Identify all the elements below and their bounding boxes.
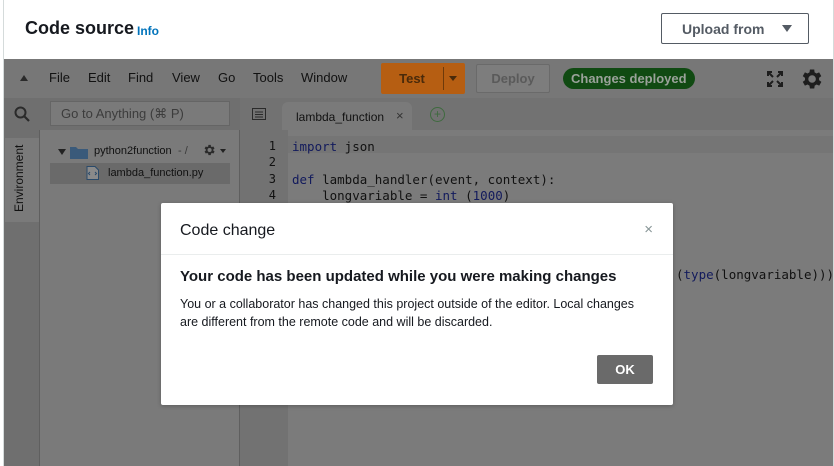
dialog-heading: Your code has been updated while you wer… — [180, 268, 617, 285]
menu-go[interactable]: Go — [218, 70, 235, 85]
environment-label[interactable]: Environment — [12, 145, 26, 212]
upload-from-button[interactable]: Upload from — [661, 13, 809, 44]
caret-down-icon — [782, 25, 792, 32]
tab-label: lambda_function — [296, 110, 385, 124]
test-label: Test — [399, 71, 425, 86]
editor-tab-strip: lambda_function × + — [240, 98, 833, 130]
ok-button[interactable]: OK — [597, 355, 653, 384]
deploy-button[interactable]: Deploy — [476, 64, 550, 93]
dialog-header: Code change × — [161, 203, 673, 255]
file-name: lambda_function.py — [108, 167, 204, 179]
close-icon[interactable]: × — [644, 221, 653, 238]
upload-from-label: Upload from — [682, 20, 765, 37]
add-tab-icon[interactable]: + — [430, 107, 445, 122]
search-row: Go to Anything (⌘ P) lambda_function × + — [4, 98, 833, 130]
code-line: longvariable = int (1000) — [292, 188, 511, 203]
dialog-title: Code change — [180, 222, 276, 239]
folder-name[interactable]: python2function — [94, 145, 172, 157]
folder-icon — [70, 147, 88, 159]
chevron-down-icon[interactable] — [220, 149, 226, 153]
editor-menubar: File Edit Find View Go Tools Window Test… — [4, 59, 833, 98]
collapse-menu-icon[interactable] — [20, 75, 28, 81]
close-tab-icon[interactable]: × — [396, 108, 404, 123]
panel-header: Code source Info Upload from — [4, 0, 833, 59]
menu-find[interactable]: Find — [128, 70, 153, 85]
line-number: 2 — [268, 155, 276, 169]
line-number: 1 — [268, 139, 276, 153]
dialog-message: You or a collaborator has changed this p… — [180, 297, 635, 329]
fullscreen-icon[interactable] — [766, 70, 784, 88]
python-file-icon — [86, 166, 99, 180]
search-icon — [14, 106, 30, 122]
tree-settings-icon[interactable] — [202, 143, 216, 157]
panel-title: Code source — [25, 18, 135, 38]
code-line-partial: (type(longvariable))) — [676, 267, 834, 282]
folder-expand-icon[interactable] — [58, 149, 66, 155]
go-to-anything-input[interactable]: Go to Anything (⌘ P) — [50, 101, 230, 126]
menu-edit[interactable]: Edit — [88, 70, 110, 85]
divider — [443, 67, 444, 90]
file-item-lambda-function[interactable]: lambda_function.py — [50, 163, 230, 184]
menu-tools[interactable]: Tools — [253, 70, 283, 85]
line-number: 4 — [268, 188, 276, 202]
test-button[interactable]: Test — [381, 63, 465, 94]
code-change-dialog: Code change × Your code has been updated… — [161, 203, 673, 405]
status-badge: Changes deployed — [563, 68, 695, 89]
menu-view[interactable]: View — [172, 70, 200, 85]
code-line: def lambda_handler(event, context): — [292, 172, 556, 187]
code-line: import json — [292, 139, 375, 154]
environment-strip: Environment — [4, 130, 40, 466]
menu-window[interactable]: Window — [301, 70, 347, 85]
info-link[interactable]: Info — [137, 24, 159, 38]
tab-lambda-function[interactable]: lambda_function × — [282, 102, 412, 130]
test-dropdown-icon[interactable] — [449, 76, 457, 81]
line-number: 3 — [268, 172, 276, 186]
folder-path: - / — [178, 145, 188, 157]
menu-file[interactable]: File — [49, 70, 70, 85]
gear-icon[interactable] — [798, 66, 824, 92]
tabs-menu-icon[interactable] — [252, 108, 266, 120]
